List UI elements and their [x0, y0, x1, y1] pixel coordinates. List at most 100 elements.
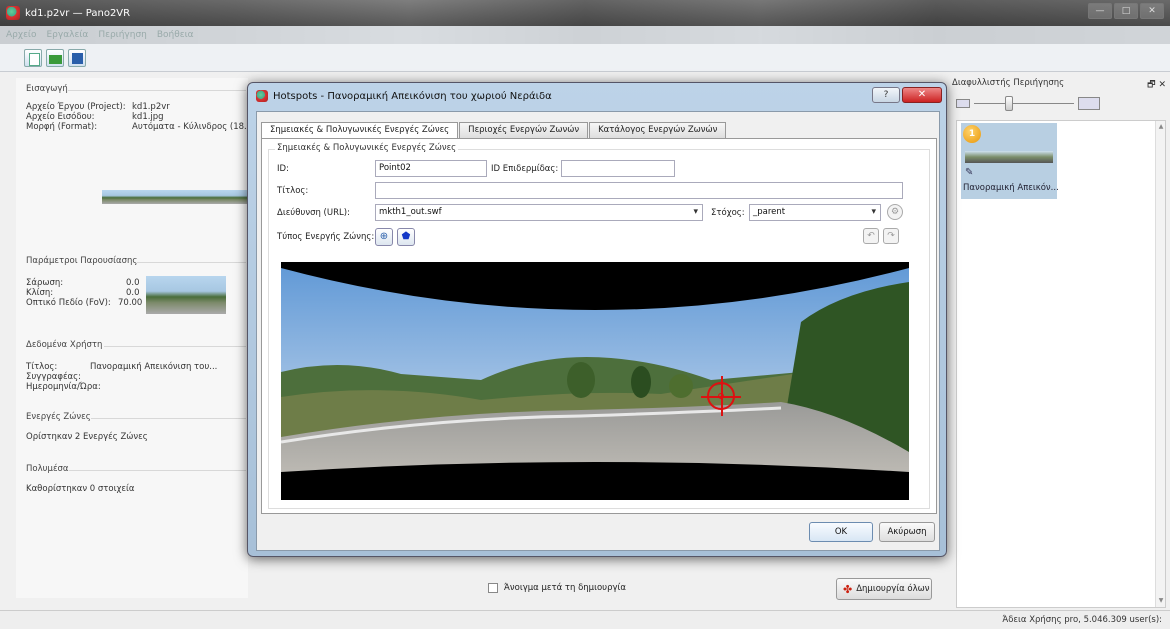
input-file-label: Αρχείο Εισόδου: [26, 112, 95, 122]
dialog-title: Hotspots - Πανοραμική Απεικόνιση του χωρ… [273, 90, 552, 102]
toolbar [0, 44, 1170, 72]
hotspots-count-text: Ορίστηκαν 2 Ενεργές Ζώνες [26, 432, 148, 442]
polygon-hotspot-icon[interactable]: ⬟ [397, 228, 415, 246]
media-count-text: Καθορίστηκαν 0 στοιχεία [26, 484, 135, 494]
dialog-body: Σημειακές & Πολυγωνικές Ενεργές Ζώνες Πε… [256, 111, 940, 551]
open-after-checkbox[interactable] [488, 583, 498, 593]
panel-float-close-icon[interactable]: 🗗 ✕ [1147, 77, 1166, 93]
url-select[interactable]: mkth1_out.swf [375, 204, 703, 221]
skin-id-input[interactable] [561, 160, 675, 177]
tool-icon: ✎ [965, 167, 974, 178]
display-preview-thumbnail [146, 276, 226, 314]
left-panel: Εισαγωγή Αρχείο Έργου (Project): kd1.p2v… [16, 78, 252, 598]
panorama-image [281, 262, 909, 500]
tab-hotspot-areas[interactable]: Περιοχές Ενεργών Ζωνών [459, 122, 589, 138]
gear-icon[interactable]: ⚙ [887, 204, 903, 220]
user-data-group: Δεδομένα Χρήστη Τίτλος: Πανοραμική Απεικ… [16, 340, 248, 410]
target-label: Στόχος: [711, 208, 745, 218]
create-all-label: Δημιουργία όλων [856, 584, 930, 594]
open-project-icon[interactable] [46, 48, 64, 67]
input-group-title: Εισαγωγή [20, 84, 68, 94]
point-hotspot-icon[interactable]: ⊕ [375, 228, 393, 246]
node-number-badge: 1 [963, 125, 981, 143]
dialog-app-icon [256, 90, 268, 102]
panorama-viewer[interactable] [281, 262, 909, 500]
url-label: Διεύθυνση (URL): [277, 208, 350, 218]
node-thumbnail [965, 151, 1053, 163]
tab-hotspot-list[interactable]: Κατάλογος Ενεργών Ζωνών [589, 122, 727, 138]
fieldset-legend: Σημειακές & Πολυγωνικές Ενεργές Ζώνες [275, 143, 459, 153]
node-label: Πανοραμική Απεικόν... [963, 183, 1059, 193]
scroll-down-icon[interactable]: ▼ [1157, 597, 1165, 605]
tour-browser-scrollbar[interactable]: ▲ ▼ [1155, 121, 1165, 607]
hotspot-fieldset: Σημειακές & Πολυγωνικές Ενεργές Ζώνες ID… [268, 143, 930, 509]
crosshair-icon[interactable] [701, 376, 741, 416]
hotspots-dialog: Hotspots - Πανοραμική Απεικόνιση του χωρ… [247, 82, 947, 557]
author-label: Συγγραφέας: [26, 372, 82, 382]
input-group: Εισαγωγή Αρχείο Έργου (Project): kd1.p2v… [16, 84, 252, 254]
format-label: Μορφή (Format): [26, 122, 98, 132]
new-project-icon[interactable] [24, 48, 42, 67]
create-all-button[interactable]: ✤ Δημιουργία όλων [836, 578, 932, 600]
date-label: Ημερομηνία/Ώρα: [26, 382, 101, 392]
app-icon [6, 6, 20, 20]
display-params-group: Παράμετροι Παρουσίασης Σάρωση: 0.0 Κλίση… [16, 256, 248, 336]
hotspots-group: Ενεργές Ζώνες Ορίστηκαν 2 Ενεργές Ζώνες [16, 412, 248, 462]
tour-browser-panel: Διαφυλλιστής Περιήγησης 🗗 ✕ 1 ✎ Πανοραμι… [948, 72, 1170, 610]
user-title-label: Τίτλος: [26, 362, 58, 372]
status-bar: Άδεια Χρήσης pro, 5.046.309 user(s): [0, 610, 1170, 629]
undo-icon[interactable]: ↶ [863, 228, 879, 244]
dialog-help-button[interactable]: ? [872, 87, 900, 103]
menu-bar: Αρχείο Εργαλεία Περιήγηση Βοήθεια [0, 26, 1170, 44]
dialog-close-button[interactable]: ✕ [902, 87, 942, 103]
input-panorama-thumbnail [102, 190, 248, 204]
scroll-up-icon[interactable]: ▲ [1157, 123, 1165, 131]
save-project-icon[interactable] [68, 48, 86, 67]
display-params-title: Παράμετροι Παρουσίασης [20, 256, 138, 266]
cancel-button[interactable]: Ακύρωση [879, 522, 935, 542]
user-title-value: Πανοραμική Απεικόνιση του... [90, 362, 218, 372]
media-group: Πολυμέσα Καθορίστηκαν 0 στοιχεία [16, 464, 248, 514]
maximize-button[interactable]: □ [1114, 3, 1138, 19]
hotspots-title: Ενεργές Ζώνες [20, 412, 91, 422]
dialog-tabs: Σημειακές & Πολυγωνικές Ενεργές Ζώνες Πε… [261, 122, 727, 139]
create-icon: ✤ [843, 582, 853, 596]
title-bar: kd1.p2vr — Pano2VR — □ ✕ [0, 0, 1170, 26]
ok-button[interactable]: OK [809, 522, 873, 542]
id-label: ID: [277, 164, 289, 174]
hotspot-type-label: Τύπος Ενεργής Ζώνης: [277, 232, 375, 242]
dialog-title-bar: Hotspots - Πανοραμική Απεικόνιση του χωρ… [256, 90, 552, 102]
menu-tour[interactable]: Περιήγηση [98, 30, 147, 40]
zoom-slider-handle[interactable] [1005, 96, 1013, 111]
fov-label: Οπτικό Πεδίο (FoV): [26, 298, 111, 308]
id-input[interactable]: Point02 [375, 160, 487, 177]
license-status: Άδεια Χρήσης pro, 5.046.309 user(s): [1002, 615, 1162, 625]
menu-tools[interactable]: Εργαλεία [47, 30, 89, 40]
tab-point-polygon-hotspots[interactable]: Σημειακές & Πολυγωνικές Ενεργές Ζώνες [261, 122, 459, 139]
menu-file[interactable]: Αρχείο [6, 30, 37, 40]
open-after-checkbox-row[interactable]: Άνοιγμα μετά τη δημιουργία [488, 583, 626, 593]
zoom-slider[interactable] [956, 96, 1100, 112]
title-label: Τίτλος: [277, 186, 309, 196]
tab-panel: Σημειακές & Πολυγωνικές Ενεργές Ζώνες ID… [261, 138, 937, 514]
tour-browser-title: Διαφυλλιστής Περιήγησης [952, 78, 1065, 88]
pan-value: 0.0 [126, 278, 140, 288]
zoom-large-icon [1078, 97, 1100, 110]
tilt-value: 0.0 [126, 288, 140, 298]
target-select[interactable]: _parent [749, 204, 881, 221]
pan-label: Σάρωση: [26, 278, 64, 288]
zoom-small-icon [956, 99, 970, 108]
input-file-value: kd1.jpg [132, 112, 164, 122]
project-label: Αρχείο Έργου (Project): [26, 102, 126, 112]
window-close-button[interactable]: ✕ [1140, 3, 1164, 19]
title-input[interactable] [375, 182, 903, 199]
window-title: kd1.p2vr — Pano2VR [25, 7, 131, 19]
tour-node[interactable]: 1 ✎ Πανοραμική Απεικόν... [961, 123, 1059, 199]
user-data-title: Δεδομένα Χρήστη [20, 340, 103, 350]
redo-icon[interactable]: ↷ [883, 228, 899, 244]
minimize-button[interactable]: — [1088, 3, 1112, 19]
media-title: Πολυμέσα [20, 464, 69, 474]
project-value: kd1.p2vr [132, 102, 170, 112]
menu-help[interactable]: Βοήθεια [157, 30, 194, 40]
tour-browser-area: 1 ✎ Πανοραμική Απεικόν... ▲ ▼ [956, 120, 1166, 608]
